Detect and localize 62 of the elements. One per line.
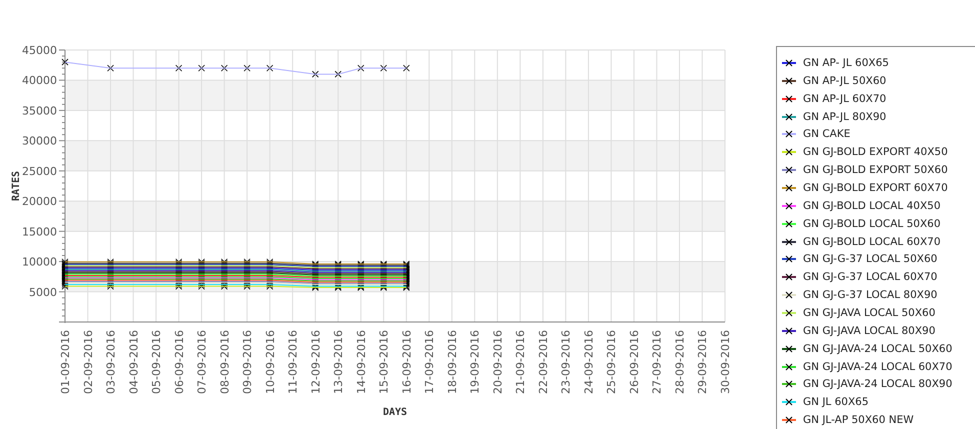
x-tick-label: 21-09-2016 <box>514 330 528 394</box>
legend-label: GN GJ-BOLD EXPORT 50X60 <box>803 164 948 176</box>
x-tick-label: 17-09-2016 <box>423 330 436 394</box>
y-tick-label: 5000 <box>29 286 57 299</box>
legend-label: GN GJ-G-37 LOCAL 80X90 <box>803 289 938 302</box>
legend-label: GN AP-JL 80X90 <box>803 110 886 122</box>
y-tick-label: 10000 <box>22 256 57 269</box>
x-tick-label: 18-09-2016 <box>446 330 459 394</box>
legend-label: GN GJ-BOLD EXPORT 40X50 <box>803 146 948 158</box>
y-tick-label: 25000 <box>22 164 57 178</box>
y-tick-label: 45000 <box>22 44 57 57</box>
legend-label: GN JL-AP 50X60 NEW <box>803 414 914 426</box>
x-tick-label: 30-09-2016 <box>719 330 732 394</box>
y-tick-label: 20000 <box>22 195 57 208</box>
legend-label: GN AP-JL 50X60 <box>803 74 886 87</box>
x-tick-label: 24-09-2016 <box>582 330 596 394</box>
x-tick-label: 07-09-2016 <box>196 330 209 394</box>
x-axis-title: DAYS <box>382 407 408 418</box>
x-tick-label: 14-09-2016 <box>354 330 368 394</box>
legend-label: GN CAKE <box>803 128 850 140</box>
x-tick-label: 10-09-2016 <box>264 330 277 394</box>
x-tick-label: 28-09-2016 <box>673 330 686 394</box>
y-tick-label: 15000 <box>22 225 57 238</box>
y-tick-label: 35000 <box>22 104 57 118</box>
legend-label: GN GJ-G-37 LOCAL 60X70 <box>803 271 938 284</box>
legend-label: GN GJ-JAVA LOCAL 50X60 <box>803 306 936 319</box>
x-tick-label: 22-09-2016 <box>536 330 550 394</box>
legend-label: GN GJ-JAVA-24 LOCAL 50X60 <box>803 342 952 355</box>
legend-label: GN GJ-G-37 LOCAL 50X60 <box>803 253 938 266</box>
x-tick-label: 20-09-2016 <box>491 330 504 394</box>
x-tick-label: 03-09-2016 <box>104 330 118 394</box>
x-tick-label: 06-09-2016 <box>172 330 186 394</box>
x-tick-label: 05-09-2016 <box>150 330 164 394</box>
x-tick-label: 26-09-2016 <box>628 330 641 394</box>
legend-label: GN GJ-BOLD LOCAL 40X50 <box>803 200 941 212</box>
legend-label: GN AP- JL 60X65 <box>803 56 889 69</box>
x-tick-label: 01-09-2016 <box>59 330 72 394</box>
x-tick-label: 11-09-2016 <box>286 330 300 394</box>
x-tick-label: 23-09-2016 <box>560 330 573 394</box>
x-tick-label: 09-09-2016 <box>241 330 254 394</box>
x-tick-label: 27-09-2016 <box>650 330 664 394</box>
x-tick-label: 12-09-2016 <box>309 330 322 394</box>
x-tick-label: 15-09-2016 <box>378 330 391 394</box>
x-tick-label: 08-09-2016 <box>218 330 232 394</box>
x-tick-label: 13-09-2016 <box>332 330 346 394</box>
x-tick-label: 25-09-2016 <box>605 330 618 394</box>
legend-label: GN GJ-JAVA-24 LOCAL 80X90 <box>803 378 952 390</box>
y-tick-label: 30000 <box>22 134 57 148</box>
legend-label: GN GJ-BOLD LOCAL 50X60 <box>803 218 941 230</box>
legend-label: GN GJ-JAVA LOCAL 80X90 <box>803 324 936 337</box>
legend-label: GN JL 60X65 <box>803 396 869 408</box>
legend-label: GN GJ-BOLD EXPORT 60X70 <box>803 182 948 194</box>
legend-label: GN GJ-BOLD LOCAL 60X70 <box>803 236 941 248</box>
x-tick-label: 16-09-2016 <box>400 330 414 394</box>
x-tick-label: 19-09-2016 <box>468 330 482 394</box>
y-axis-title: RATES <box>11 170 22 202</box>
y-tick-label: 40000 <box>22 74 57 88</box>
x-tick-label: 02-09-2016 <box>82 330 95 394</box>
x-tick-label: 29-09-2016 <box>696 330 710 394</box>
legend-label: GN AP-JL 60X70 <box>803 92 886 105</box>
x-tick-label: 04-09-2016 <box>127 330 140 394</box>
legend-label: GN GJ-JAVA-24 LOCAL 60X70 <box>803 360 952 373</box>
